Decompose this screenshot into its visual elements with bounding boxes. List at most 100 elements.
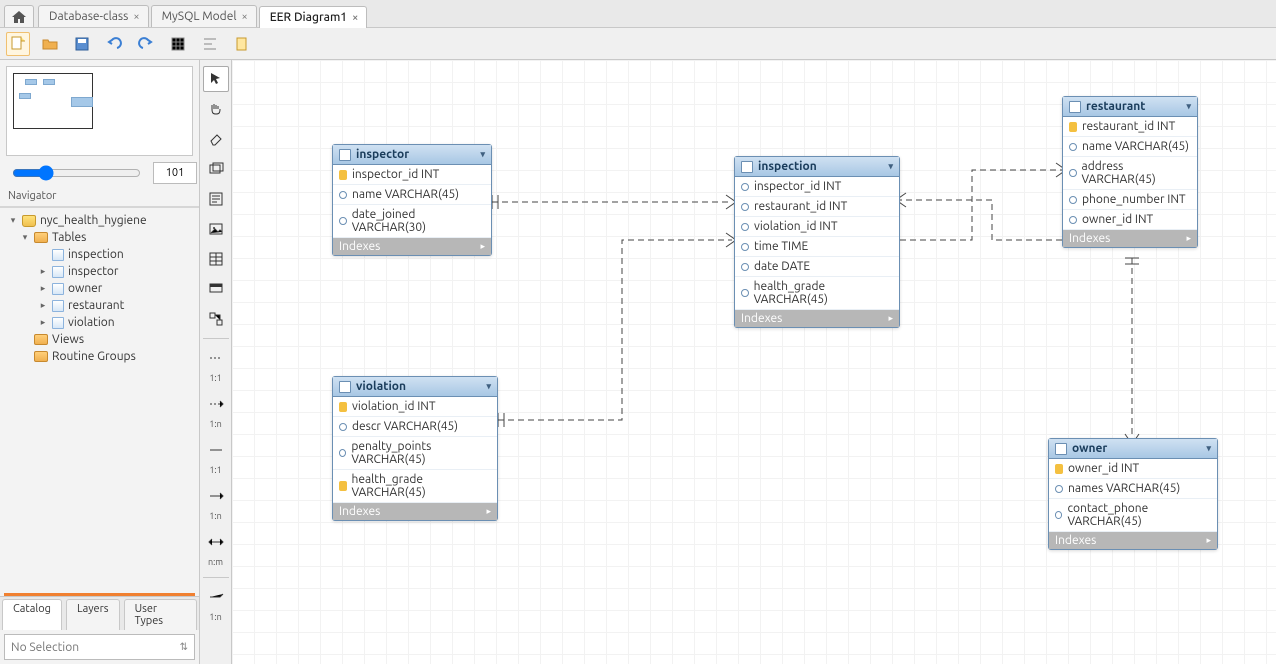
column-label: inspector_id INT — [352, 168, 439, 181]
home-tab[interactable] — [4, 5, 34, 27]
column-icon — [1069, 143, 1077, 151]
undo-button[interactable] — [102, 32, 126, 56]
entity-inspection[interactable]: inspection▾ inspector_id INT restaurant_… — [734, 156, 900, 328]
tab-catalog[interactable]: Catalog — [2, 599, 62, 630]
column-icon — [1069, 196, 1077, 204]
tool-label: 1:1 — [209, 465, 221, 475]
chevron-right-icon[interactable]: ▸ — [888, 313, 893, 324]
rel-n-m-tool[interactable] — [203, 529, 229, 555]
column-label: owner_id INT — [1068, 462, 1139, 475]
chevron-down-icon[interactable]: ▾ — [1186, 101, 1191, 112]
column-label: inspector_id INT — [754, 180, 841, 193]
chevron-down-icon[interactable]: ▾ — [888, 161, 893, 172]
tree-table-violation[interactable]: ▸violation — [2, 314, 197, 331]
entity-title: violation — [356, 380, 406, 393]
entity-violation[interactable]: violation▾ violation_id INT descr VARCHA… — [332, 376, 498, 521]
tab-label: EER Diagram1 — [270, 11, 347, 24]
entity-footer: Indexes — [339, 505, 380, 518]
column-icon — [339, 423, 347, 431]
rel-1-1b-tool[interactable] — [203, 437, 229, 463]
diagram-canvas[interactable]: inspector▾ inspector_id INT name VARCHAR… — [232, 60, 1276, 664]
tab-user-types[interactable]: User Types — [124, 599, 197, 630]
zoom-value[interactable] — [153, 162, 197, 184]
pk-icon — [1055, 464, 1063, 474]
pk-icon — [339, 402, 347, 412]
undo-icon — [106, 36, 122, 52]
document-tabs: Database-class × MySQL Model × EER Diagr… — [0, 0, 1276, 28]
selection-label: No Selection — [11, 641, 79, 654]
sidebar: ▼ Navigator ▾nyc_health_hygiene ▾Tables … — [0, 60, 200, 664]
tree-table-restaurant[interactable]: ▸restaurant — [2, 297, 197, 314]
tree-label: restaurant — [68, 299, 124, 312]
tree-table-owner[interactable]: ▸owner — [2, 280, 197, 297]
rel-1-nb-tool[interactable] — [203, 483, 229, 509]
entity-restaurant[interactable]: restaurant▾ restaurant_id INT name VARCH… — [1062, 96, 1198, 248]
entity-owner[interactable]: owner▾ owner_id INT names VARCHAR(45) co… — [1048, 438, 1218, 550]
note-tool[interactable] — [203, 186, 229, 212]
tab-mysql-model[interactable]: MySQL Model × — [151, 5, 257, 27]
tree-views[interactable]: Views — [2, 331, 197, 348]
relation-icon — [208, 350, 224, 366]
save-button[interactable] — [70, 32, 94, 56]
rel-1-n-tool[interactable] — [203, 391, 229, 417]
rel-1-1-tool[interactable] — [203, 345, 229, 371]
column-label: descr VARCHAR(45) — [352, 420, 458, 433]
relation-icon — [208, 442, 224, 458]
column-icon — [1069, 216, 1077, 224]
tool-label: 1:n — [209, 419, 221, 429]
tree-db[interactable]: ▾nyc_health_hygiene — [2, 212, 197, 229]
chevron-right-icon[interactable]: ▸ — [1206, 535, 1211, 546]
database-icon — [22, 215, 36, 227]
close-icon[interactable]: × — [352, 12, 358, 24]
tree-table-inspector[interactable]: ▸inspector — [2, 263, 197, 280]
close-icon[interactable]: × — [133, 11, 139, 23]
zoom-slider[interactable] — [12, 165, 141, 181]
note-icon — [208, 191, 224, 207]
tab-database-class[interactable]: Database-class × — [38, 5, 149, 27]
chevron-down-icon[interactable]: ▾ — [1206, 443, 1211, 454]
routine-tool[interactable] — [203, 306, 229, 332]
pk-icon — [339, 170, 347, 180]
chevron-down-icon[interactable]: ▾ — [486, 381, 491, 392]
tree-routines[interactable]: Routine Groups — [2, 348, 197, 365]
view-tool[interactable] — [203, 276, 229, 302]
entity-footer: Indexes — [741, 312, 782, 325]
chevron-right-icon[interactable]: ▸ — [480, 241, 485, 252]
column-label: names VARCHAR(45) — [1068, 482, 1180, 495]
chevron-down-icon[interactable]: ▾ — [480, 149, 485, 160]
tree-tables[interactable]: ▾Tables — [2, 229, 197, 246]
table-tool[interactable] — [203, 246, 229, 272]
rel-1-nc-tool[interactable] — [203, 584, 229, 610]
chevron-right-icon[interactable]: ▸ — [486, 506, 491, 517]
grid-button[interactable] — [166, 32, 190, 56]
navigator-minimap[interactable] — [6, 66, 193, 156]
column-icon — [741, 223, 749, 231]
chevron-right-icon[interactable]: ▸ — [1186, 233, 1191, 244]
column-label: health_grade VARCHAR(45) — [754, 280, 893, 306]
hand-tool[interactable] — [203, 96, 229, 122]
redo-button[interactable] — [134, 32, 158, 56]
settings-button[interactable] — [230, 32, 254, 56]
column-icon — [339, 449, 346, 457]
tree-table-inspection[interactable]: inspection — [2, 246, 197, 263]
layer-tool[interactable] — [203, 156, 229, 182]
image-tool[interactable] — [203, 216, 229, 242]
tab-eer-diagram[interactable]: EER Diagram1 × — [259, 6, 368, 28]
pointer-tool[interactable] — [203, 66, 229, 92]
table-icon — [52, 249, 64, 261]
new-file-button[interactable] — [6, 32, 30, 56]
entity-inspector[interactable]: inspector▾ inspector_id INT name VARCHAR… — [332, 144, 492, 256]
align-button[interactable] — [198, 32, 222, 56]
eraser-tool[interactable] — [203, 126, 229, 152]
selection-dropdown[interactable]: No Selection ⇅ — [4, 634, 195, 660]
close-icon[interactable]: × — [241, 11, 247, 23]
column-label: date DATE — [754, 260, 810, 273]
table-icon — [52, 283, 64, 295]
relation-icon — [208, 488, 224, 504]
entity-title: owner — [1072, 442, 1107, 455]
hand-icon — [208, 101, 224, 117]
open-button[interactable] — [38, 32, 62, 56]
column-icon — [339, 217, 347, 225]
tab-layers[interactable]: Layers — [66, 599, 120, 630]
tool-label: 1:n — [209, 612, 221, 622]
